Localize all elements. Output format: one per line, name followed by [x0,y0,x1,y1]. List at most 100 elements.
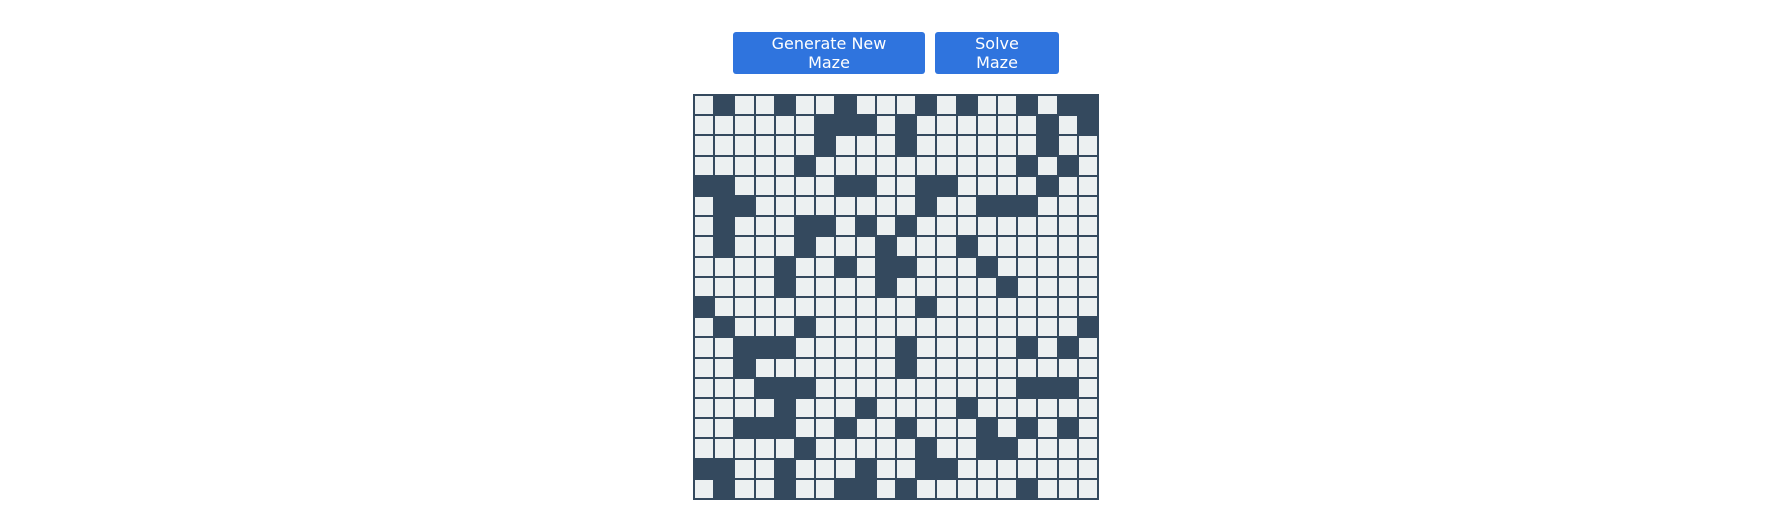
maze-path-cell [937,277,956,296]
maze-path-cell [917,338,936,357]
maze-path-cell [957,378,976,397]
maze-path-cell [917,378,936,397]
maze-path-cell [957,277,976,296]
maze-path-cell [1018,399,1037,418]
maze-path-cell [876,176,895,195]
maze-path-cell [977,156,996,175]
maze-path-cell [796,338,815,357]
maze-path-cell [998,479,1017,498]
maze-wall-cell [1078,96,1097,115]
maze-path-cell [957,358,976,377]
maze-path-cell [876,479,895,498]
maze-path-cell [695,197,714,216]
maze-path-cell [876,116,895,135]
maze-path-cell [957,298,976,317]
maze-wall-cell [775,399,794,418]
maze-path-cell [695,318,714,337]
maze-wall-cell [977,439,996,458]
maze-path-cell [957,156,976,175]
maze-path-cell [715,116,734,135]
maze-path-cell [1018,358,1037,377]
maze-wall-cell [897,217,916,236]
maze-path-cell [1038,298,1057,317]
maze-path-cell [715,378,734,397]
maze-path-cell [937,298,956,317]
maze-path-cell [755,439,774,458]
maze-path-cell [695,479,714,498]
maze-path-cell [998,257,1017,276]
maze-path-cell [775,156,794,175]
maze-path-cell [998,378,1017,397]
maze-wall-cell [715,197,734,216]
maze-path-cell [715,399,734,418]
maze-path-cell [876,298,895,317]
maze-path-cell [796,116,815,135]
maze-path-cell [796,96,815,115]
maze-path-cell [1038,358,1057,377]
maze-path-cell [1038,217,1057,236]
maze-path-cell [897,277,916,296]
maze-wall-cell [856,217,875,236]
maze-path-cell [977,116,996,135]
maze-path-cell [1018,298,1037,317]
maze-path-cell [816,176,835,195]
maze-path-cell [1038,257,1057,276]
maze-wall-cell [1038,176,1057,195]
maze-path-cell [715,298,734,317]
maze-path-cell [1018,237,1037,256]
maze-wall-cell [917,298,936,317]
maze-wall-cell [897,338,916,357]
maze-path-cell [977,298,996,317]
maze-path-cell [796,136,815,155]
maze-wall-cell [1058,378,1077,397]
maze-path-cell [755,116,774,135]
maze-wall-cell [775,338,794,357]
maze-wall-cell [836,257,855,276]
maze-path-cell [937,338,956,357]
maze-path-cell [735,298,754,317]
maze-path-cell [998,419,1017,438]
maze-path-cell [917,399,936,418]
maze-wall-cell [796,217,815,236]
maze-wall-cell [917,459,936,478]
maze-path-cell [998,116,1017,135]
maze-path-cell [1058,358,1077,377]
maze-path-cell [816,358,835,377]
maze-path-cell [897,176,916,195]
maze-path-cell [977,358,996,377]
maze-path-cell [1038,399,1057,418]
maze-path-cell [755,217,774,236]
maze-path-cell [715,338,734,357]
maze-path-cell [937,156,956,175]
maze-wall-cell [917,176,936,195]
maze-path-cell [1078,156,1097,175]
maze-path-cell [735,156,754,175]
maze-path-cell [755,156,774,175]
maze-grid [693,94,1099,500]
maze-wall-cell [957,237,976,256]
maze-path-cell [1078,358,1097,377]
maze-path-cell [977,459,996,478]
maze-path-cell [897,96,916,115]
maze-wall-cell [796,318,815,337]
maze-path-cell [1078,197,1097,216]
maze-path-cell [755,237,774,256]
maze-path-cell [755,399,774,418]
generate-maze-button[interactable]: Generate New Maze [733,32,925,74]
maze-path-cell [796,298,815,317]
maze-path-cell [876,459,895,478]
solve-maze-button[interactable]: Solve Maze [935,32,1059,74]
maze-path-cell [998,298,1017,317]
maze-wall-cell [775,277,794,296]
maze-wall-cell [1018,338,1037,357]
maze-path-cell [735,479,754,498]
maze-wall-cell [856,399,875,418]
maze-path-cell [957,136,976,155]
maze-wall-cell [1038,378,1057,397]
maze-path-cell [917,116,936,135]
maze-wall-cell [1018,156,1037,175]
maze-wall-cell [715,217,734,236]
maze-path-cell [715,136,734,155]
maze-path-cell [836,378,855,397]
maze-path-cell [1058,277,1077,296]
